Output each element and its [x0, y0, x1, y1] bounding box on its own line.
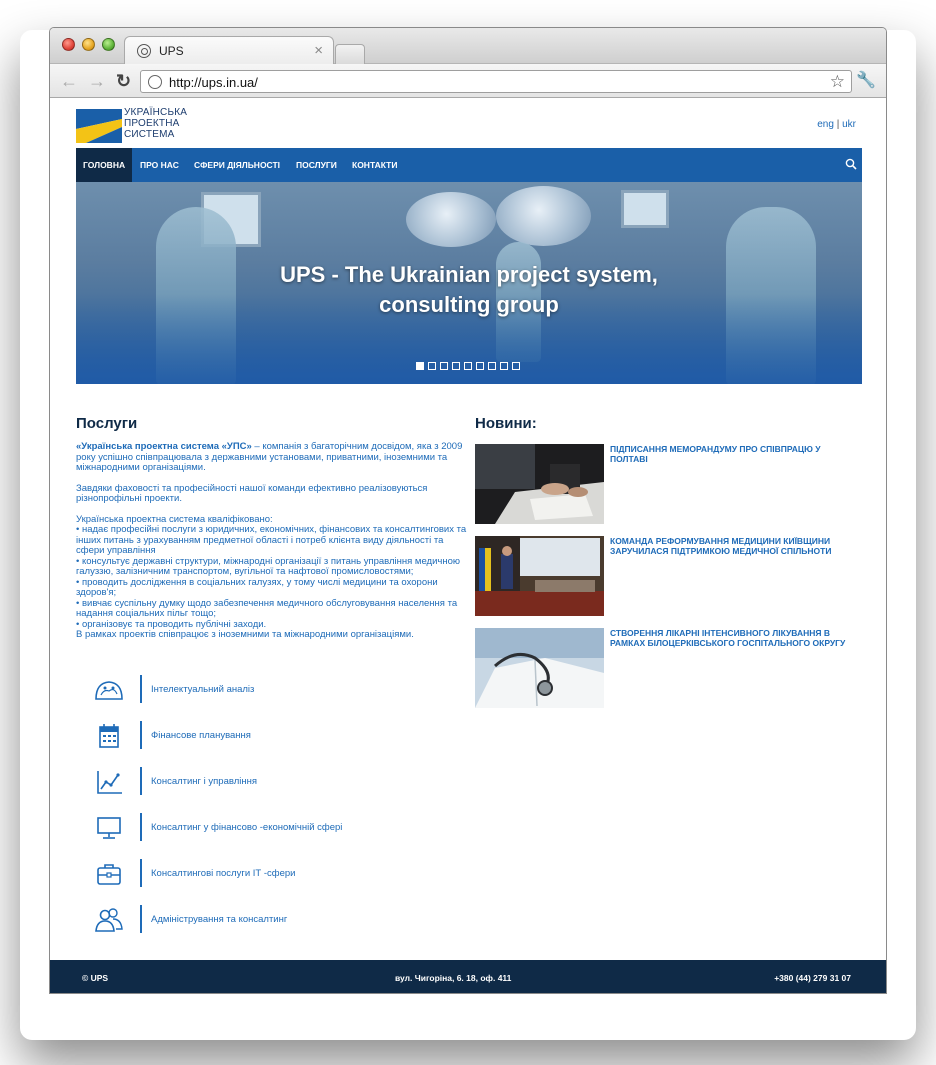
bookmark-star-icon[interactable]: ☆ [830, 72, 845, 92]
news-item[interactable]: СТВОРЕННЯ ЛІКАРНІ ІНТЕНСИВНОГО ЛІКУВАННЯ… [475, 628, 865, 708]
hero-image-surgical-lamp [406, 192, 496, 247]
wrench-icon[interactable]: 🔧 [856, 70, 876, 90]
browser-window: UPS × ← → ↻ http://ups.in.ua/ ☆ 🔧 УКРАЇН… [49, 27, 887, 994]
news-headline[interactable]: СТВОРЕННЯ ЛІКАРНІ ІНТЕНСИВНОГО ЛІКУВАННЯ… [610, 628, 855, 648]
services-para-2: Завдяки фаховості та професійності нашої… [76, 482, 428, 504]
service-item[interactable]: Адміністрування та консалтинг [76, 905, 456, 935]
minimize-window-button[interactable] [82, 38, 95, 51]
hero-image-monitor [621, 190, 669, 228]
back-arrow-icon[interactable]: ← [60, 71, 78, 92]
main-navigation: ГОЛОВНА ПРО НАС СФЕРИ ДІЯЛЬНОСТІ ПОСЛУГИ… [76, 148, 862, 182]
service-label: Консалтингові послуги ІТ -сфери [151, 868, 296, 879]
service-label: Інтелектуальний аналіз [151, 684, 255, 695]
nav-item-services[interactable]: ПОСЛУГИ [289, 148, 344, 182]
news-heading: Новини: [475, 415, 537, 432]
search-icon[interactable] [845, 158, 857, 170]
logo-mark-icon [76, 109, 122, 143]
nav-item-activities[interactable]: СФЕРИ ДІЯЛЬНОСТІ [187, 148, 287, 182]
footer-copyright: © UPS [82, 973, 109, 983]
slider-dot[interactable] [500, 362, 508, 370]
service-divider [140, 813, 142, 841]
service-divider [140, 675, 142, 703]
service-label: Консалтинг у фінансово -економічній сфер… [151, 822, 343, 833]
globe-icon [137, 44, 151, 58]
service-item[interactable]: Консалтингові послуги ІТ -сфери [76, 859, 456, 889]
users-icon [95, 908, 123, 932]
globe-icon [148, 75, 162, 89]
url-text[interactable]: http://ups.in.ua/ [169, 75, 258, 90]
nav-item-contacts[interactable]: КОНТАКТИ [345, 148, 404, 182]
slider-dot[interactable] [464, 362, 472, 370]
browser-tab[interactable]: UPS × [124, 36, 334, 65]
titlebar: UPS × [50, 28, 886, 65]
services-para-3: Українська проектна система кваліфікован… [76, 513, 467, 640]
service-item[interactable]: Фінансове планування [76, 721, 456, 751]
logo-text: УКРАЇНСЬКА ПРОЕКТНА СИСТЕМА [124, 107, 188, 140]
site-footer: © UPS вул. Чигоріна, 6. 18, оф. 411 +380… [50, 960, 886, 993]
new-tab-button[interactable] [335, 44, 365, 64]
hero-headline: UPS - The Ukrainian project system, cons… [280, 262, 658, 317]
hero-image-surgical-lamp [496, 186, 591, 246]
news-headline[interactable]: КОМАНДА РЕФОРМУВАННЯ МЕДИЦИНИ КИЇВЩИНИ З… [610, 536, 855, 556]
service-divider [140, 905, 142, 933]
monitor-icon [97, 817, 121, 839]
site-logo[interactable]: УКРАЇНСЬКА ПРОЕКТНА СИСТЕМА [76, 107, 196, 143]
hero-slider: UPS - The Ukrainian project system, cons… [76, 182, 862, 384]
news-thumbnail-signing[interactable] [475, 444, 604, 524]
briefcase-icon [97, 864, 121, 885]
company-name: «Українська проектна система «УПС» [76, 441, 252, 452]
lang-ukr-link[interactable]: ukr [842, 119, 856, 130]
line-chart-icon [97, 771, 122, 794]
tab-close-button[interactable]: × [314, 42, 323, 59]
slider-dot[interactable] [452, 362, 460, 370]
zoom-window-button[interactable] [102, 38, 115, 51]
service-item[interactable]: Інтелектуальний аналіз [76, 675, 456, 705]
services-heading: Послуги [76, 415, 138, 432]
reload-icon[interactable]: ↻ [116, 71, 131, 92]
footer-phone[interactable]: +380 (44) 279 31 07 [774, 973, 851, 983]
news-item[interactable]: ПІДПИСАННЯ МЕМОРАНДУМУ ПРО СПІВПРАЦЮ У П… [475, 444, 865, 524]
address-bar[interactable]: http://ups.in.ua/ ☆ [140, 70, 852, 93]
slider-dot[interactable] [488, 362, 496, 370]
news-thumbnail-stethoscope[interactable] [475, 628, 604, 708]
service-divider [140, 721, 142, 749]
calendar-icon [99, 724, 119, 748]
forward-arrow-icon[interactable]: → [88, 71, 106, 92]
service-item[interactable]: Консалтинг у фінансово -економічній сфер… [76, 813, 456, 843]
language-switcher: eng | ukr [817, 119, 856, 130]
lang-separator: | [836, 119, 840, 130]
services-description: «Українська проектна система «УПС» – ком… [76, 441, 471, 641]
nav-item-about[interactable]: ПРО НАС [133, 148, 186, 182]
lang-eng-link[interactable]: eng [817, 119, 834, 130]
news-thumbnail-conference[interactable] [475, 536, 604, 616]
news-headline[interactable]: ПІДПИСАННЯ МЕМОРАНДУМУ ПРО СПІВПРАЦЮ У П… [610, 444, 855, 464]
slider-dot[interactable] [476, 362, 484, 370]
footer-address: вул. Чигоріна, 6. 18, оф. 411 [395, 973, 512, 983]
service-label: Адміністрування та консалтинг [151, 914, 288, 925]
service-divider [140, 859, 142, 887]
news-item[interactable]: КОМАНДА РЕФОРМУВАННЯ МЕДИЦИНИ КИЇВЩИНИ З… [475, 536, 865, 616]
close-window-button[interactable] [62, 38, 75, 51]
nav-item-home[interactable]: ГОЛОВНА [76, 148, 133, 182]
slider-dot[interactable] [512, 362, 520, 370]
service-item[interactable]: Консалтинг і управління [76, 767, 456, 797]
web-page: УКРАЇНСЬКА ПРОЕКТНА СИСТЕМА eng | ukr ГО… [50, 99, 886, 993]
brain-icon [95, 681, 123, 700]
service-label: Консалтинг і управління [151, 776, 257, 787]
slider-dot[interactable] [416, 362, 424, 370]
slider-dot[interactable] [440, 362, 448, 370]
slider-dot[interactable] [428, 362, 436, 370]
browser-toolbar: ← → ↻ http://ups.in.ua/ ☆ 🔧 [50, 64, 886, 98]
slider-pagination [416, 362, 524, 371]
service-divider [140, 767, 142, 795]
service-label: Фінансове планування [151, 730, 251, 741]
tab-title: UPS [159, 44, 184, 58]
